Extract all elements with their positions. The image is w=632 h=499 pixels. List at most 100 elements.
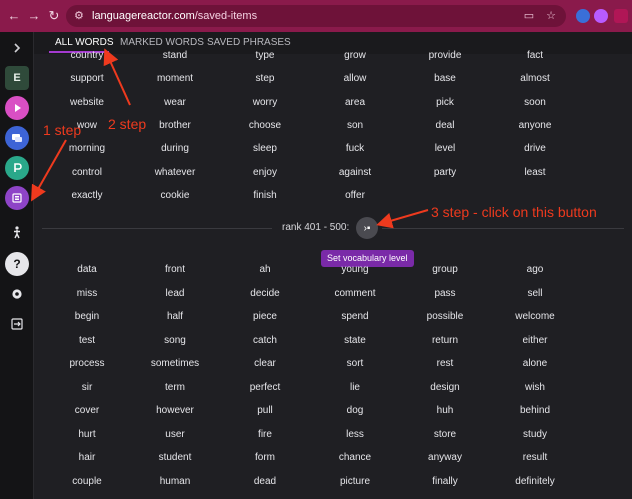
word-item[interactable]: fuck [310, 141, 400, 157]
word-item[interactable]: welcome [490, 309, 580, 325]
reload-icon[interactable]: ↻ [46, 8, 62, 24]
word-item[interactable]: miss [42, 286, 132, 302]
word-item[interactable]: pick [400, 95, 490, 111]
word-item[interactable]: finish [220, 188, 310, 204]
word-item[interactable]: young [310, 262, 400, 278]
word-item[interactable]: sir [42, 380, 132, 396]
site-info-icon[interactable]: ⚙ [74, 8, 88, 24]
help-icon[interactable]: ? [5, 252, 29, 276]
word-item[interactable]: process [42, 356, 132, 372]
word-item[interactable]: wear [130, 95, 220, 111]
exit-icon[interactable] [5, 312, 29, 336]
word-item[interactable]: against [310, 165, 400, 181]
word-item[interactable]: soon [490, 95, 580, 111]
word-item[interactable]: worry [220, 95, 310, 111]
cast-icon[interactable]: ▭ [522, 8, 536, 24]
word-item[interactable]: term [130, 380, 220, 396]
word-item[interactable]: offer [310, 188, 400, 204]
word-item[interactable]: catch [220, 333, 310, 349]
word-item[interactable]: type [220, 48, 310, 64]
word-item[interactable]: song [130, 333, 220, 349]
list-icon[interactable] [5, 186, 29, 210]
word-item[interactable]: perfect [220, 380, 310, 396]
word-item[interactable]: website [42, 95, 132, 111]
word-item[interactable]: either [490, 333, 580, 349]
extension-icon[interactable] [576, 9, 590, 23]
word-item[interactable]: finally [400, 474, 490, 490]
word-item[interactable]: morning [42, 141, 132, 157]
word-item[interactable]: party [400, 165, 490, 181]
word-item[interactable]: chance [310, 450, 400, 466]
extension-gear-icon[interactable] [594, 9, 608, 23]
word-item[interactable]: grow [310, 48, 400, 64]
play-icon[interactable] [5, 96, 29, 120]
set-vocabulary-level-button[interactable]: ›▪ [356, 217, 378, 239]
forward-icon[interactable]: → [26, 8, 42, 24]
word-item[interactable]: least [490, 165, 580, 181]
word-item[interactable]: fact [490, 48, 580, 64]
word-item[interactable]: ago [490, 262, 580, 278]
p-badge-icon[interactable] [5, 156, 29, 180]
word-item[interactable]: data [42, 262, 132, 278]
word-item[interactable]: picture [310, 474, 400, 490]
word-item[interactable]: user [130, 427, 220, 443]
word-item[interactable]: enjoy [220, 165, 310, 181]
word-item[interactable]: result [490, 450, 580, 466]
word-item[interactable]: front [130, 262, 220, 278]
chat-icon[interactable] [5, 126, 29, 150]
word-item[interactable]: pull [220, 403, 310, 419]
word-item[interactable]: sort [310, 356, 400, 372]
word-item[interactable]: behind [490, 403, 580, 419]
word-item[interactable]: ah [220, 262, 310, 278]
word-item[interactable]: definitely [490, 474, 580, 490]
person-icon[interactable] [5, 220, 29, 244]
word-item[interactable]: return [400, 333, 490, 349]
word-item[interactable]: control [42, 165, 132, 181]
word-item[interactable]: wish [490, 380, 580, 396]
word-item[interactable]: son [310, 118, 400, 134]
word-item[interactable]: dog [310, 403, 400, 419]
word-item[interactable]: however [130, 403, 220, 419]
word-item[interactable]: hair [42, 450, 132, 466]
e-letter-icon[interactable]: E [5, 66, 29, 90]
word-item[interactable]: decide [220, 286, 310, 302]
word-item[interactable]: stand [130, 48, 220, 64]
word-item[interactable]: anyone [490, 118, 580, 134]
word-item[interactable]: hurt [42, 427, 132, 443]
word-item[interactable]: alone [490, 356, 580, 372]
address-bar[interactable]: ⚙ languagereactor.com/saved-items ▭ ☆ [66, 5, 566, 27]
word-item[interactable]: form [220, 450, 310, 466]
extensions-puzzle-icon[interactable] [614, 9, 628, 23]
back-icon[interactable]: ← [6, 8, 22, 24]
word-item[interactable]: human [130, 474, 220, 490]
word-item[interactable]: design [400, 380, 490, 396]
word-item[interactable]: sell [490, 286, 580, 302]
word-item[interactable]: step [220, 71, 310, 87]
word-item[interactable]: drive [490, 141, 580, 157]
word-item[interactable]: lie [310, 380, 400, 396]
word-item[interactable]: piece [220, 309, 310, 325]
word-item[interactable]: whatever [130, 165, 220, 181]
word-item[interactable]: test [42, 333, 132, 349]
word-item[interactable]: during [130, 141, 220, 157]
word-item[interactable]: country [42, 48, 132, 64]
word-item[interactable]: level [400, 141, 490, 157]
word-item[interactable]: cookie [130, 188, 220, 204]
bookmark-star-icon[interactable]: ☆ [544, 8, 558, 24]
word-item[interactable]: couple [42, 474, 132, 490]
word-item[interactable]: deal [400, 118, 490, 134]
word-item[interactable]: begin [42, 309, 132, 325]
word-item[interactable]: base [400, 71, 490, 87]
word-item[interactable]: cover [42, 403, 132, 419]
word-item[interactable]: rest [400, 356, 490, 372]
expand-sidebar-button[interactable] [5, 36, 29, 60]
word-item[interactable]: student [130, 450, 220, 466]
word-item[interactable]: pass [400, 286, 490, 302]
word-item[interactable]: allow [310, 71, 400, 87]
word-item[interactable]: less [310, 427, 400, 443]
word-item[interactable]: comment [310, 286, 400, 302]
word-item[interactable]: huh [400, 403, 490, 419]
word-item[interactable]: choose [220, 118, 310, 134]
word-item[interactable]: sleep [220, 141, 310, 157]
word-item[interactable]: sometimes [130, 356, 220, 372]
